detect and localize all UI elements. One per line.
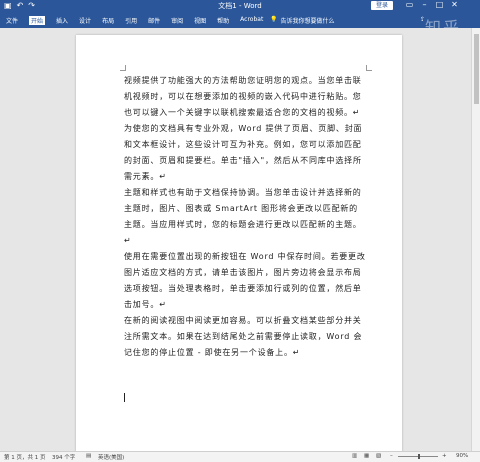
minimize-icon[interactable]: – [417,0,432,9]
ribbon-display-icon[interactable]: ▭ [402,0,417,9]
tab-4[interactable]: 布局 [102,16,114,25]
tab-9[interactable]: 帮助 [217,16,229,25]
document-body[interactable]: 视频提供了功能强大的方法帮助您证明您的观点。当您单击联机视频时，可以在想要添加的… [124,73,366,361]
close-icon[interactable]: ✕ [447,0,462,9]
login-button[interactable]: 登录 [371,1,393,10]
window-controls: ▭ – □ ✕ [402,0,462,9]
paragraph-1: 视频提供了功能强大的方法帮助您证明您的观点。当您单击联机视频时，可以在想要添加的… [124,76,362,117]
margin-mark-tl [120,65,126,71]
title-bar: ▣ ↶ ↷ 文档1 - Word 登录 ▭ – □ ✕ [0,0,480,13]
status-bar: 第 1 页，共 1 页 394 个字 ▤ 英语(美国) ▥ ▦ ▧ – + 90… [0,451,480,462]
tab-5[interactable]: 引用 [125,16,137,25]
page-count[interactable]: 第 1 页，共 1 页 [4,453,46,461]
tab-6[interactable]: 邮件 [148,16,160,25]
paragraph-3: 主题和样式也有助于文档保持协调。当您单击设计并选择新的主题时，图片、图表或 Sm… [124,188,362,245]
document-page[interactable]: 视频提供了功能强大的方法帮助您证明您的观点。当您单击联机视频时，可以在想要添加的… [76,35,402,453]
word-count[interactable]: 394 个字 [52,453,75,461]
vertical-scrollbar[interactable] [471,28,480,451]
paragraph-5: 在新的阅读视图中阅读更加容易。可以折叠文档某些部分并关注所需文本。如果在达到结尾… [124,316,363,357]
lightbulb-icon: 💡 [270,16,278,23]
text-cursor [124,393,125,402]
tab-8[interactable]: 视图 [194,16,206,25]
tell-me-box[interactable]: 💡 告诉我你想要做什么 [270,16,335,25]
tab-2[interactable]: 插入 [56,16,68,25]
language[interactable]: 英语(美国) [98,453,124,461]
tab-1[interactable]: 开始 [29,16,46,25]
read-mode-icon[interactable]: ▥ [352,453,357,459]
print-layout-icon[interactable]: ▦ [364,453,369,459]
scroll-thumb[interactable] [474,34,479,104]
zoom-in-icon[interactable]: + [442,453,447,459]
tab-7[interactable]: 审阅 [171,16,183,25]
tab-10[interactable]: Acrobat [240,16,263,25]
paragraph-4: 使用在需要位置出现的新按钮在 Word 中保存时间。若要更改图片适应文档的方式，… [124,252,366,309]
tab-0[interactable]: 文件 [6,16,18,25]
proofing-icon[interactable]: ▤ [86,453,91,459]
zoom-out-icon[interactable]: – [390,453,393,459]
zoom-slider-knob[interactable] [418,454,420,459]
maximize-icon[interactable]: □ [432,0,447,9]
margin-mark-tr [366,65,372,71]
tab-list: 文件 开始 插入 设计 布局 引用 邮件 审阅 视图 帮助 Acrobat [6,16,263,25]
ribbon-tabs: 文件 开始 插入 设计 布局 引用 邮件 审阅 视图 帮助 Acrobat 💡 告诉我你想要做什么 … [0,13,480,28]
tell-me-text: 告诉我你想要做什么 [280,18,335,25]
tab-3[interactable]: 设计 [79,16,91,25]
web-layout-icon[interactable]: ▧ [376,453,381,459]
paragraph-2: 为使您的文档具有专业外观，Word 提供了页眉、页脚、封面和文本框设计，这些设计… [124,124,363,181]
zoom-level[interactable]: 90% [456,453,468,459]
